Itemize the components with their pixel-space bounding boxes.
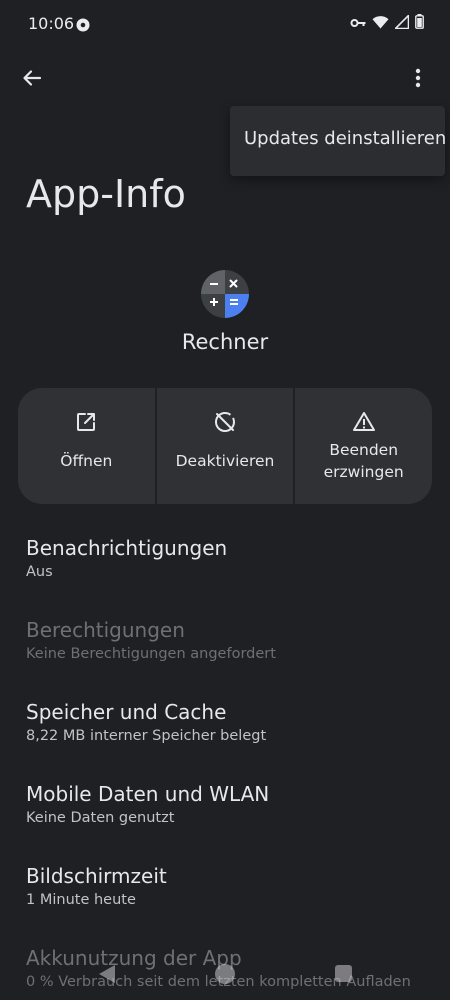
settings-item-title: Speicher und Cache: [26, 700, 227, 724]
nav-back-icon[interactable]: [98, 964, 116, 988]
settings-item-mobile-data[interactable]: Mobile Daten und WLAN Keine Daten genutz…: [26, 782, 426, 826]
settings-item-subtitle: 8,22 MB interner Speicher belegt: [26, 728, 267, 744]
navigation-bar: [0, 956, 450, 992]
settings-item-storage[interactable]: Speicher und Cache 8,22 MB interner Spei…: [26, 700, 426, 744]
settings-item-screen-time[interactable]: Bildschirmzeit 1 Minute heute: [26, 864, 426, 908]
settings-item-title: Bildschirmzeit: [26, 864, 167, 888]
settings-item-permissions: Berechtigungen Keine Berechtigungen ange…: [26, 618, 426, 662]
settings-item-title: Mobile Daten und WLAN: [26, 782, 270, 806]
settings-item-subtitle: 1 Minute heute: [26, 892, 136, 908]
disable-label: Deaktivieren: [175, 452, 275, 470]
nav-recents-icon[interactable]: [335, 965, 352, 982]
force-stop-label-line2: erzwingen: [323, 463, 404, 481]
arrow-back-icon: [22, 68, 42, 92]
battery-icon: [415, 14, 424, 33]
overflow-menu: Updates deinstallieren: [230, 106, 446, 176]
status-bar: 10:06: [0, 0, 450, 48]
message-icon: [76, 17, 90, 32]
settings-item-subtitle: Keine Daten genutzt: [26, 810, 175, 826]
app-name: Rechner: [181, 330, 269, 354]
signal-icon: [393, 13, 410, 33]
disable-button[interactable]: Deaktivieren: [156, 388, 294, 504]
force-stop-button[interactable]: Beenden erzwingen: [295, 388, 432, 504]
nav-home-icon[interactable]: [215, 964, 235, 984]
status-icons: [350, 13, 424, 33]
more-vert-icon: [415, 68, 421, 92]
open-label: Öffnen: [60, 452, 113, 470]
settings-item-notifications[interactable]: Benachrichtigungen Aus: [26, 536, 426, 580]
force-stop-label-line1: Beenden: [329, 441, 399, 459]
calculator-icon: [201, 270, 249, 318]
app-actions: Öffnen Deaktivieren Beenden erzwingen: [18, 388, 432, 504]
settings-item-subtitle: Keine Berechtigungen angefordert: [26, 646, 276, 662]
block-icon: [213, 410, 237, 434]
more-options-button[interactable]: [400, 62, 436, 98]
page-title: App-Info: [26, 172, 186, 216]
force-stop-label: Beenden erzwingen: [295, 439, 432, 483]
app-bar: [0, 54, 450, 106]
open-in-new-icon: [74, 410, 98, 434]
open-button[interactable]: Öffnen: [18, 388, 155, 504]
settings-item-title: Benachrichtigungen: [26, 536, 228, 560]
settings-item-subtitle: Aus: [26, 564, 53, 580]
warning-icon: [352, 410, 376, 434]
vpn-key-icon: [350, 14, 366, 33]
settings-item-title: Berechtigungen: [26, 618, 185, 642]
back-button[interactable]: [14, 62, 50, 98]
wifi-icon: [372, 14, 389, 33]
menu-item-uninstall-updates[interactable]: Updates deinstallieren: [244, 128, 446, 149]
status-time: 10:06: [28, 14, 75, 33]
